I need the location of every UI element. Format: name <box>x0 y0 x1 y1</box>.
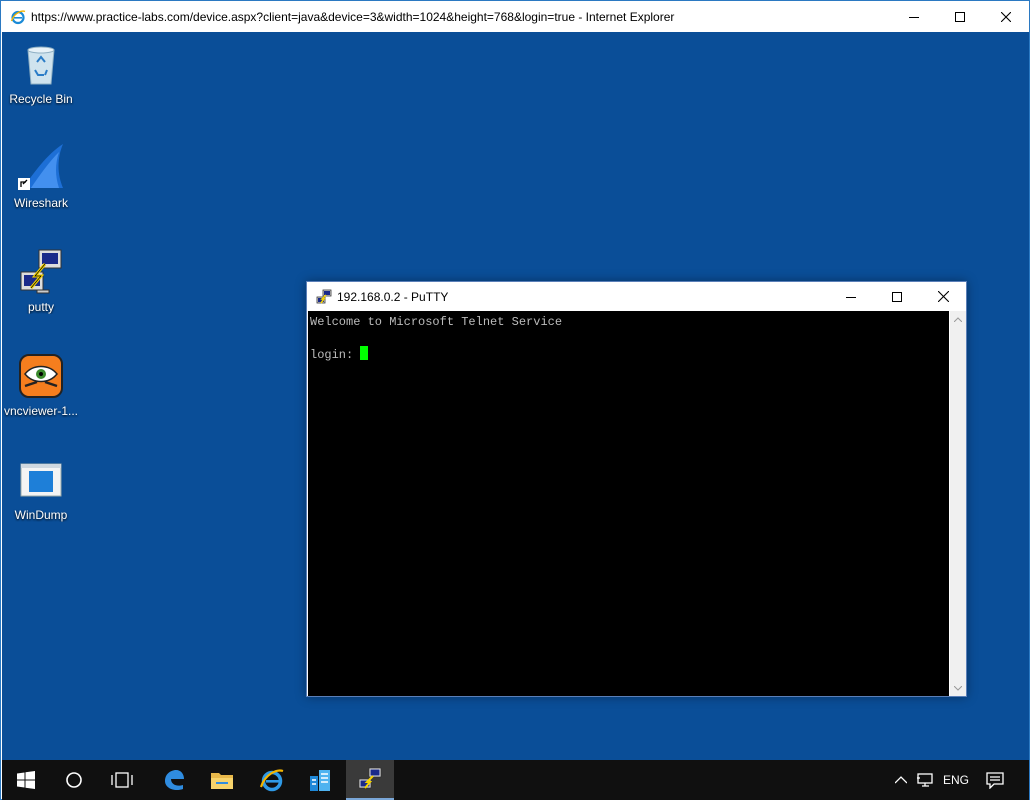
action-center-icon <box>986 772 1004 789</box>
ie-titlebar[interactable]: https://www.practice-labs.com/device.asp… <box>1 1 1029 32</box>
icon-label: Wireshark <box>13 196 68 210</box>
desktop-icon-wireshark[interactable]: Wireshark <box>2 144 80 210</box>
terminal-area[interactable]: Welcome to Microsoft Telnet Service logi… <box>308 311 949 696</box>
minimize-icon <box>846 296 856 298</box>
network-button[interactable] <box>914 760 938 800</box>
desktop-icon-recycle-bin[interactable]: Recycle Bin <box>2 40 80 106</box>
wireshark-icon <box>17 144 65 192</box>
close-icon <box>1001 11 1011 22</box>
maximize-icon <box>892 291 902 302</box>
ie-window: https://www.practice-labs.com/device.asp… <box>0 0 1030 800</box>
taskbar: ENG <box>2 760 1029 800</box>
task-view-button[interactable] <box>98 760 146 800</box>
maximize-button[interactable] <box>937 1 983 32</box>
terminal-cursor <box>360 346 369 360</box>
desktop-icon-vncviewer[interactable]: vncviewer-1... <box>2 352 80 418</box>
putty-title: 192.168.0.2 - PuTTY <box>337 289 449 304</box>
putty-window: 192.168.0.2 - PuTTY Welcome to Microsoft… <box>306 281 967 697</box>
icon-label: WinDump <box>14 508 68 522</box>
recycle-bin-icon <box>17 40 65 88</box>
icon-label: putty <box>27 300 54 314</box>
edge-button[interactable] <box>150 760 198 800</box>
vncviewer-icon <box>17 352 65 400</box>
internet-explorer-button[interactable] <box>248 760 296 800</box>
show-hidden-icons-button[interactable] <box>890 760 912 800</box>
terminal-line: login: <box>310 346 947 362</box>
close-icon <box>937 291 949 302</box>
close-button[interactable] <box>983 1 1029 32</box>
minimize-icon <box>909 16 919 18</box>
scroll-up-icon[interactable] <box>950 311 966 327</box>
putty-close-button[interactable] <box>920 282 966 311</box>
terminal-line: Welcome to Microsoft Telnet Service <box>310 315 563 329</box>
start-icon <box>17 771 35 789</box>
server-manager-icon <box>310 770 330 791</box>
start-button[interactable] <box>2 760 50 800</box>
putty-titlebar[interactable]: 192.168.0.2 - PuTTY <box>307 282 966 311</box>
server-manager-button[interactable] <box>296 760 344 800</box>
language-indicator[interactable]: ENG <box>938 760 974 800</box>
internet-explorer-icon <box>10 9 26 25</box>
search-icon <box>66 772 82 788</box>
minimize-button[interactable] <box>891 1 937 32</box>
scroll-down-icon[interactable] <box>950 680 966 696</box>
icon-label: vncviewer-1... <box>3 404 79 418</box>
file-explorer-icon <box>211 773 233 789</box>
icon-label: Recycle Bin <box>9 92 73 106</box>
putty-taskbar-button[interactable] <box>346 760 394 800</box>
putty-minimize-button[interactable] <box>828 282 874 311</box>
putty-icon <box>358 767 382 789</box>
chevron-up-icon <box>895 776 907 784</box>
edge-icon <box>165 770 184 791</box>
task-view-icon <box>111 772 133 788</box>
network-icon <box>917 773 933 787</box>
terminal-scrollbar[interactable] <box>950 311 966 696</box>
putty-icon <box>17 248 65 296</box>
action-center-button[interactable] <box>982 760 1008 800</box>
ie-title: https://www.practice-labs.com/device.asp… <box>31 9 675 24</box>
desktop-icon-putty[interactable]: putty <box>2 248 80 314</box>
search-button[interactable] <box>50 760 98 800</box>
putty-icon <box>316 289 332 305</box>
login-prompt: login: <box>310 348 361 362</box>
putty-maximize-button[interactable] <box>874 282 920 311</box>
desktop-icon-windump[interactable]: WinDump <box>2 456 80 522</box>
file-explorer-button[interactable] <box>198 760 246 800</box>
maximize-icon <box>955 11 965 22</box>
windump-icon <box>17 456 65 504</box>
internet-explorer-icon <box>259 769 284 792</box>
remote-desktop: Recycle Bin Wireshark putty vncviewer-1.… <box>2 32 1029 760</box>
